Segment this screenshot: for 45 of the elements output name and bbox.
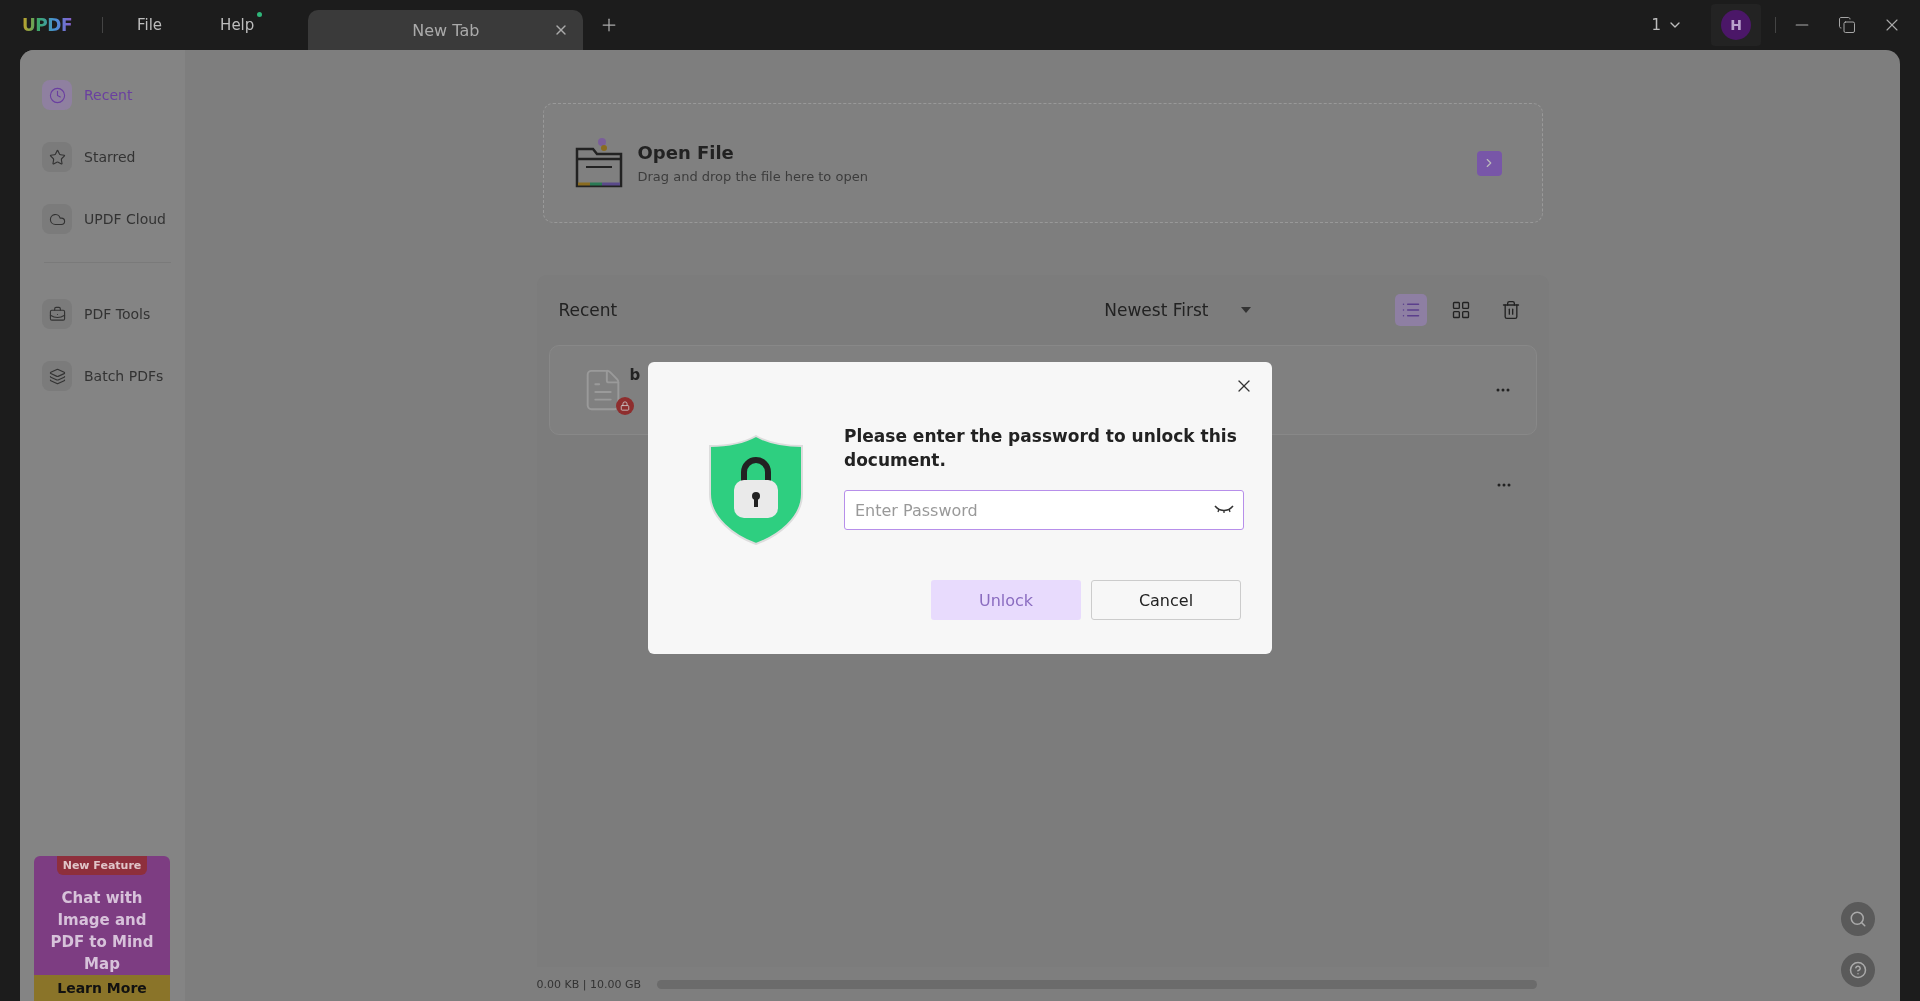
menu-item[interactable]: Help <box>216 12 259 38</box>
more-icon <box>1496 483 1511 487</box>
lock-icon <box>619 401 630 411</box>
open-file-title: Open File <box>637 142 735 163</box>
folder-icon <box>573 137 624 189</box>
shield-lock-icon <box>708 434 804 546</box>
page-count-dropdown[interactable]: 1 <box>1647 12 1687 38</box>
sort-dropdown[interactable]: Newest First <box>1098 299 1257 321</box>
browser-tab[interactable]: New Tab <box>308 10 584 50</box>
learn-more-button[interactable]: Learn More <box>34 975 170 1001</box>
storage-usage: 0.00 KB | 10.00 GB <box>536 977 641 991</box>
restore-icon[interactable] <box>1838 16 1856 34</box>
clock-icon <box>48 86 66 104</box>
promo-text: Chat with Image and PDF to Mind Map <box>49 888 155 975</box>
grid-icon <box>1450 300 1471 320</box>
dialog-message: Please enter the password to unlock this document. <box>844 425 1238 472</box>
star-icon <box>48 148 66 166</box>
open-file-card[interactable]: Open File Drag and drop the file here to open <box>542 103 1543 223</box>
more-button[interactable] <box>1495 388 1510 392</box>
list-view-button[interactable] <box>1394 294 1427 326</box>
search-button[interactable] <box>1841 902 1875 936</box>
notification-dot <box>257 12 263 17</box>
more-icon <box>1495 388 1510 392</box>
cancel-button[interactable]: Cancel <box>1091 580 1241 620</box>
stacked-pages-icon <box>48 367 66 385</box>
sidebar-item[interactable]: Batch PDFs <box>42 361 185 391</box>
help-icon <box>1849 961 1867 979</box>
open-file-hint: Drag and drop the file here to open <box>637 169 868 184</box>
feature-badge: New Feature <box>56 856 148 875</box>
hidden-eye-icon[interactable] <box>1214 504 1234 514</box>
help-button[interactable] <box>1841 953 1875 987</box>
more-button[interactable] <box>1496 483 1511 487</box>
sidebar-item[interactable]: PDF Tools <box>42 299 185 329</box>
user-avatar[interactable]: H <box>1721 10 1751 40</box>
caret-icon <box>1240 307 1251 313</box>
menu-item[interactable]: File <box>133 12 167 38</box>
list-icon <box>1400 300 1421 320</box>
password-field[interactable]: Enter Password <box>844 490 1244 530</box>
sidebar-item[interactable]: UPDF Cloud <box>42 204 185 234</box>
toolbox-icon <box>48 305 66 323</box>
search-icon <box>1849 910 1867 928</box>
file-name: b <box>629 366 641 384</box>
recent-heading: Recent <box>558 300 618 320</box>
sidebar-item[interactable]: Starred <box>42 142 185 172</box>
trash-icon <box>1500 300 1521 320</box>
